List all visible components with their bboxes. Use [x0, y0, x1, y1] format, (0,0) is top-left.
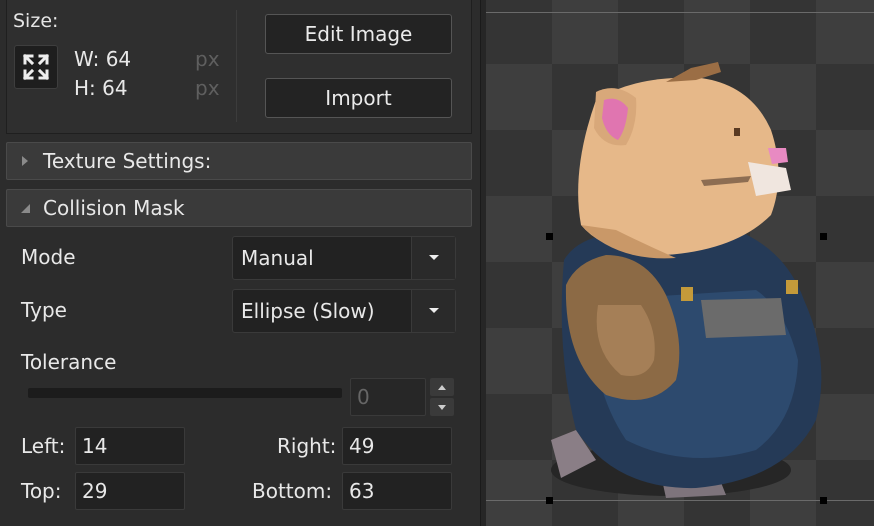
tolerance-input[interactable]: 0 [350, 378, 426, 416]
height-value: H: 64 [74, 76, 128, 100]
mask-handle-top-left[interactable] [546, 233, 553, 240]
sprite-preview-canvas[interactable] [486, 0, 874, 526]
spin-up-icon[interactable] [430, 378, 454, 396]
right-label: Right: [277, 434, 337, 458]
import-button[interactable]: Import [265, 78, 452, 118]
collision-mask-title: Collision Mask [43, 196, 185, 220]
mask-handle-bottom-left[interactable] [546, 497, 553, 504]
size-group: Size: W: 64 H: 64 px px Edit Image Impor… [6, 0, 472, 134]
chevron-down-icon[interactable] [411, 237, 455, 279]
bottom-input[interactable]: 63 [342, 472, 452, 510]
collapsed-arrow-icon [7, 155, 43, 167]
collision-mask-header[interactable]: Collision Mask [6, 189, 472, 227]
texture-settings-title: Texture Settings: [43, 149, 212, 173]
hamster-sprite-image [551, 62, 822, 498]
top-label: Top: [21, 479, 62, 503]
tolerance-label: Tolerance [21, 350, 117, 374]
width-unit: px [195, 47, 220, 71]
tolerance-slider[interactable] [28, 388, 342, 398]
width-value: W: 64 [74, 47, 132, 71]
expand-arrows-icon [22, 53, 50, 81]
expanded-arrow-icon [7, 202, 43, 214]
left-input[interactable]: 14 [75, 427, 185, 465]
mask-handle-top-right[interactable] [820, 233, 827, 240]
edit-image-button[interactable]: Edit Image [265, 14, 452, 54]
bottom-label: Bottom: [252, 479, 333, 503]
mode-value: Manual [241, 246, 314, 270]
spin-down-icon[interactable] [430, 398, 454, 416]
texture-settings-header[interactable]: Texture Settings: [6, 142, 472, 180]
chevron-down-icon[interactable] [411, 290, 455, 332]
right-input[interactable]: 49 [342, 427, 452, 465]
mode-dropdown[interactable]: Manual [232, 236, 456, 280]
resize-button[interactable] [14, 45, 58, 89]
height-unit: px [195, 76, 220, 100]
type-dropdown[interactable]: Ellipse (Slow) [232, 289, 456, 333]
size-divider [236, 10, 237, 122]
mode-label: Mode [21, 245, 76, 269]
size-label: Size: [13, 10, 59, 32]
type-value: Ellipse (Slow) [241, 299, 375, 323]
mask-handle-bottom-right[interactable] [820, 497, 827, 504]
top-input[interactable]: 29 [75, 472, 185, 510]
type-label: Type [21, 298, 67, 322]
left-label: Left: [21, 434, 66, 458]
sprite-properties-panel: Size: W: 64 H: 64 px px Edit Image Impor… [0, 0, 480, 526]
tolerance-spinner[interactable] [430, 378, 454, 416]
